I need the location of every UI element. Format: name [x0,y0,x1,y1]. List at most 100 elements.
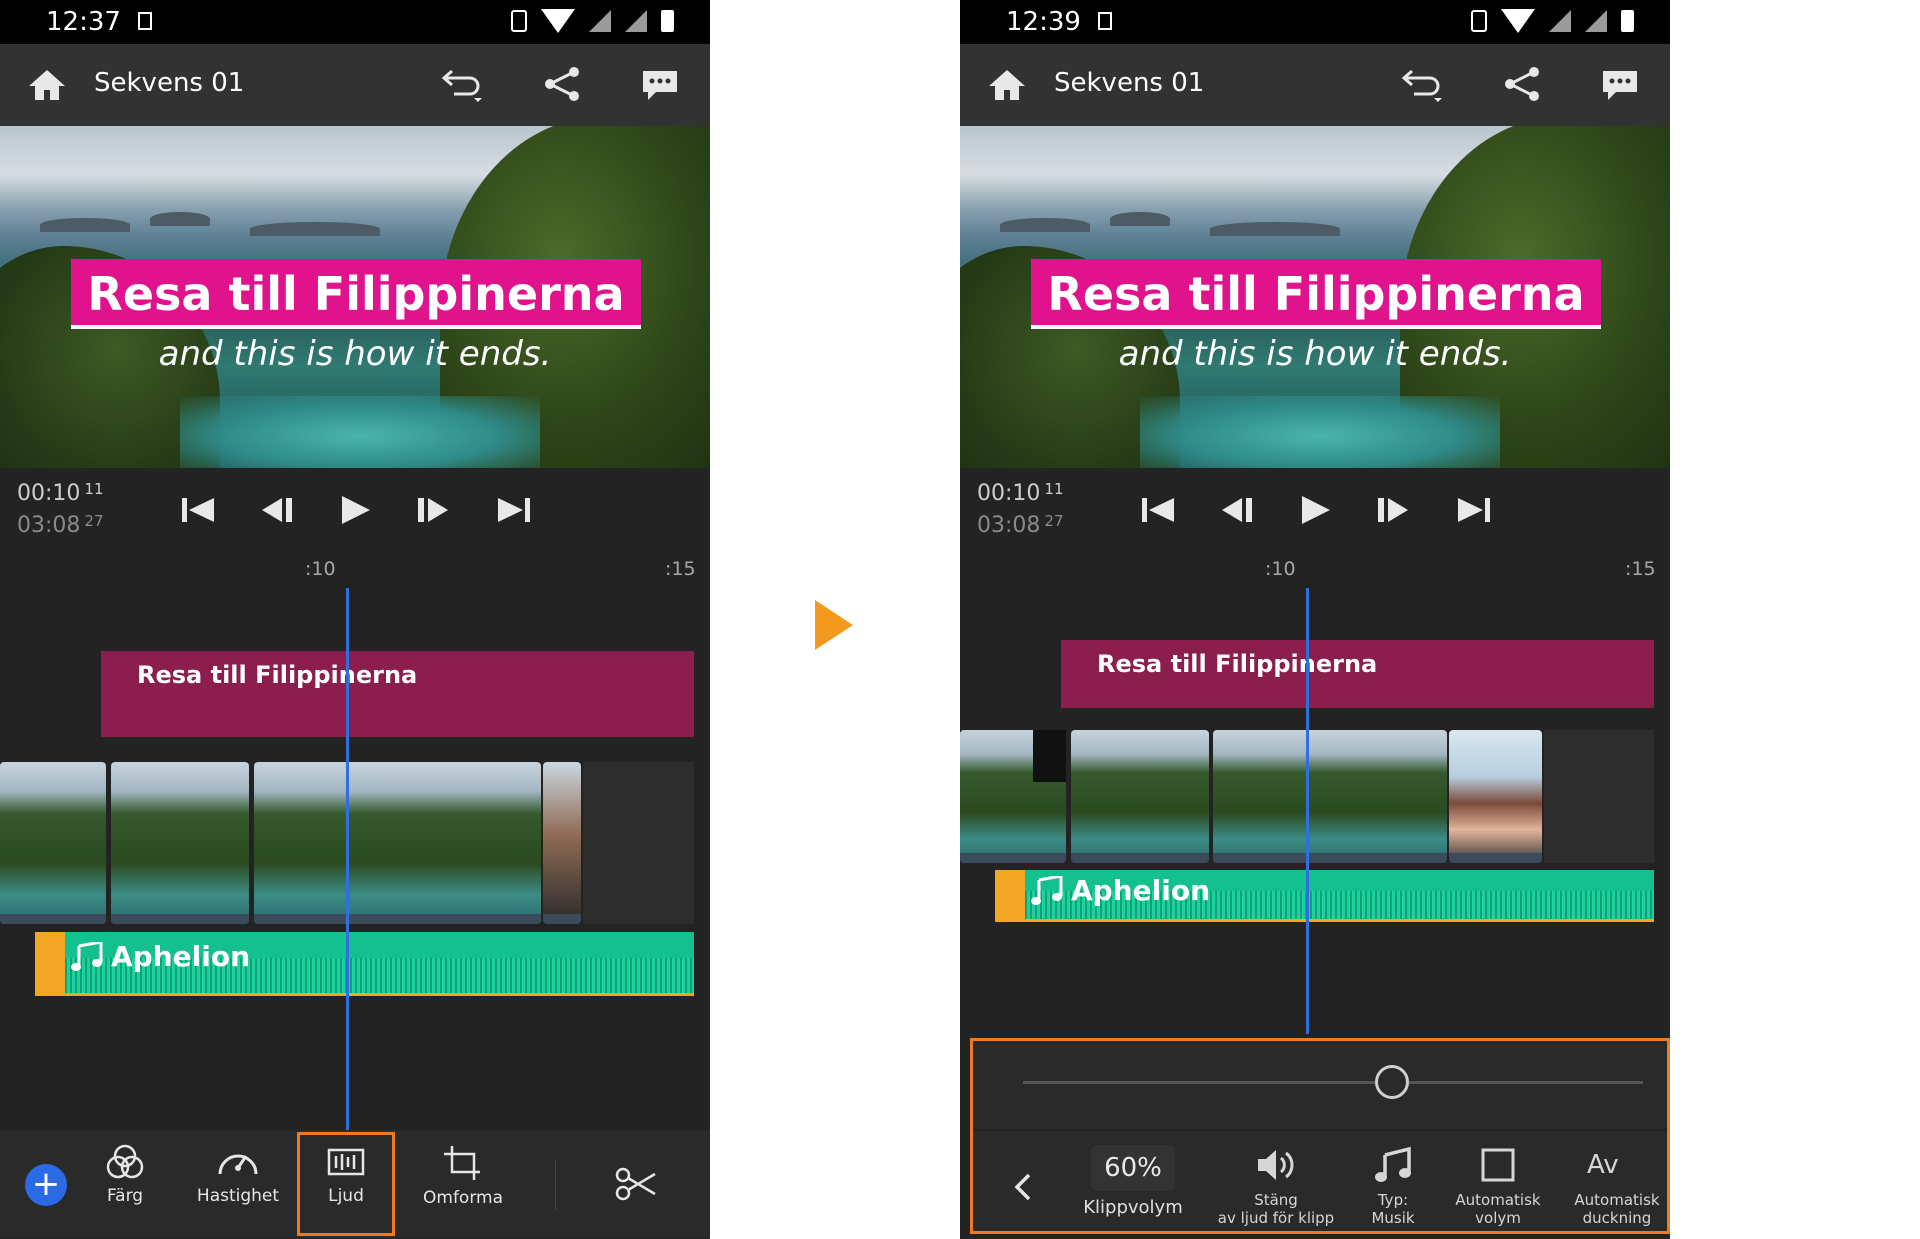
chevron-left-icon[interactable] [1011,1171,1035,1203]
video-clip[interactable] [254,762,541,924]
auto-ducking-toggle[interactable]: Av Automatisk duckning [1557,1145,1667,1227]
title-overlay-text: Resa till Filippinerna [1047,267,1585,321]
home-icon[interactable] [987,68,1027,102]
ruler-mark-10: :10 [1265,558,1296,580]
app-header: Sekvens 01 [0,44,710,126]
title-clip[interactable]: Resa till Filippinerna [1061,640,1654,708]
battery-icon [1621,10,1634,32]
video-clip-portrait[interactable] [1449,730,1542,863]
notification-icon [1098,12,1112,30]
transition-arrow-icon [815,600,853,650]
speed-tool[interactable]: Hastighet [190,1144,286,1206]
audio-clip[interactable]: Aphelion [35,932,694,996]
split-scissors-icon[interactable] [615,1166,657,1202]
auto-ducking-icon: Av [1587,1150,1619,1180]
total-duration: 03:08 27 [17,512,104,538]
comment-icon[interactable] [640,68,680,102]
signal-2-icon [625,10,647,32]
comment-icon[interactable] [1600,68,1640,102]
play-icon[interactable] [1298,490,1334,530]
audio-clip[interactable]: Aphelion [995,870,1654,922]
subtitle-overlay-text: and this is how it ends. [158,334,552,374]
skip-to-end-icon[interactable] [1456,490,1492,530]
phone-screen-after: 12:39 Sekvens 01 Resa till Filippinerna … [960,0,1670,1239]
ruler-mark-15: :15 [665,558,696,580]
playhead[interactable] [1306,588,1309,1034]
color-tool[interactable]: Färg [96,1144,154,1206]
music-note-icon [1375,1146,1411,1182]
wifi-icon [1501,9,1535,33]
vibrate-icon [511,10,527,32]
project-title: Sekvens 01 [94,68,245,98]
skip-to-start-icon[interactable] [1140,490,1176,530]
step-back-icon[interactable] [1218,490,1258,530]
battery-icon [661,10,674,32]
phone-screen-before: 12:37 Sekvens 01 Resa till Filippinerna … [0,0,710,1239]
video-clip[interactable] [1213,730,1447,863]
audio-clip-label: Aphelion [111,940,251,973]
step-back-icon[interactable] [258,490,298,530]
ruler-mark-10: :10 [305,558,336,580]
status-time: 12:39 [1006,7,1081,37]
signal-icon [589,10,611,32]
title-clip-label: Resa till Filippinerna [137,661,418,689]
clip-volume-control[interactable]: 60% Klippvolym [1073,1145,1193,1217]
current-timecode: 00:10 11 [17,480,104,506]
signal-2-icon [1585,10,1607,32]
status-bar: 12:37 [0,0,710,44]
clip-volume-label: Klippvolym [1083,1197,1183,1218]
music-note-icon [71,941,103,971]
clip-volume-panel: 60% Klippvolym Stäng av ljud för klipp T… [970,1038,1670,1234]
status-time: 12:37 [46,7,121,37]
app-header: Sekvens 01 [960,44,1670,126]
title-clip[interactable]: Resa till Filippinerna [101,651,694,737]
checkbox-icon [1481,1148,1515,1182]
skip-to-start-icon[interactable] [180,490,216,530]
volume-slider-track[interactable] [1023,1081,1643,1084]
transform-tool[interactable]: Omforma [418,1144,508,1208]
audio-clip-label: Aphelion [1071,874,1211,907]
add-button[interactable]: + [25,1164,67,1206]
play-icon[interactable] [338,490,374,530]
notification-icon [138,12,152,30]
video-preview[interactable]: Resa till Filippinerna and this is how i… [0,126,710,468]
audio-type-button[interactable]: Typ: Musik [1357,1145,1429,1227]
title-overlay: Resa till Filippinerna [1031,259,1601,329]
clip-volume-value: 60% [1091,1145,1175,1191]
mute-clip-audio-button[interactable]: Stäng av ljud för klipp [1211,1145,1341,1227]
volume-slider-handle[interactable] [1375,1065,1409,1099]
title-overlay: Resa till Filippinerna [71,259,641,329]
step-forward-icon[interactable] [414,490,454,530]
undo-icon[interactable] [440,68,484,104]
audio-tool-highlight [297,1132,395,1236]
step-forward-icon[interactable] [1374,490,1414,530]
current-timecode: 00:10 11 [977,480,1064,506]
speedometer-icon [218,1154,258,1175]
crop-icon [444,1146,480,1180]
title-overlay-text: Resa till Filippinerna [87,267,625,321]
total-duration: 03:08 27 [977,512,1064,538]
speaker-icon [1258,1150,1294,1180]
playhead[interactable] [346,588,349,1132]
skip-to-end-icon[interactable] [496,490,532,530]
project-title: Sekvens 01 [1054,68,1205,98]
undo-icon[interactable] [1400,68,1444,104]
share-icon[interactable] [540,66,584,102]
color-icon [106,1144,144,1179]
music-note-icon [1031,875,1063,905]
signal-icon [1549,10,1571,32]
ruler-mark-15: :15 [1625,558,1656,580]
auto-volume-toggle[interactable]: Automatisk volym [1443,1145,1553,1227]
video-clip[interactable] [111,762,249,924]
status-bar: 12:39 [960,0,1670,44]
video-clip[interactable] [543,762,581,924]
title-clip-label: Resa till Filippinerna [1097,650,1378,678]
subtitle-overlay-text: and this is how it ends. [1118,334,1512,374]
home-icon[interactable] [27,68,67,102]
video-clip[interactable] [1071,730,1209,863]
vibrate-icon [1471,10,1487,32]
video-preview[interactable]: Resa till Filippinerna and this is how i… [960,126,1670,468]
share-icon[interactable] [1500,66,1544,102]
video-clip[interactable] [0,762,106,924]
wifi-icon [541,9,575,33]
